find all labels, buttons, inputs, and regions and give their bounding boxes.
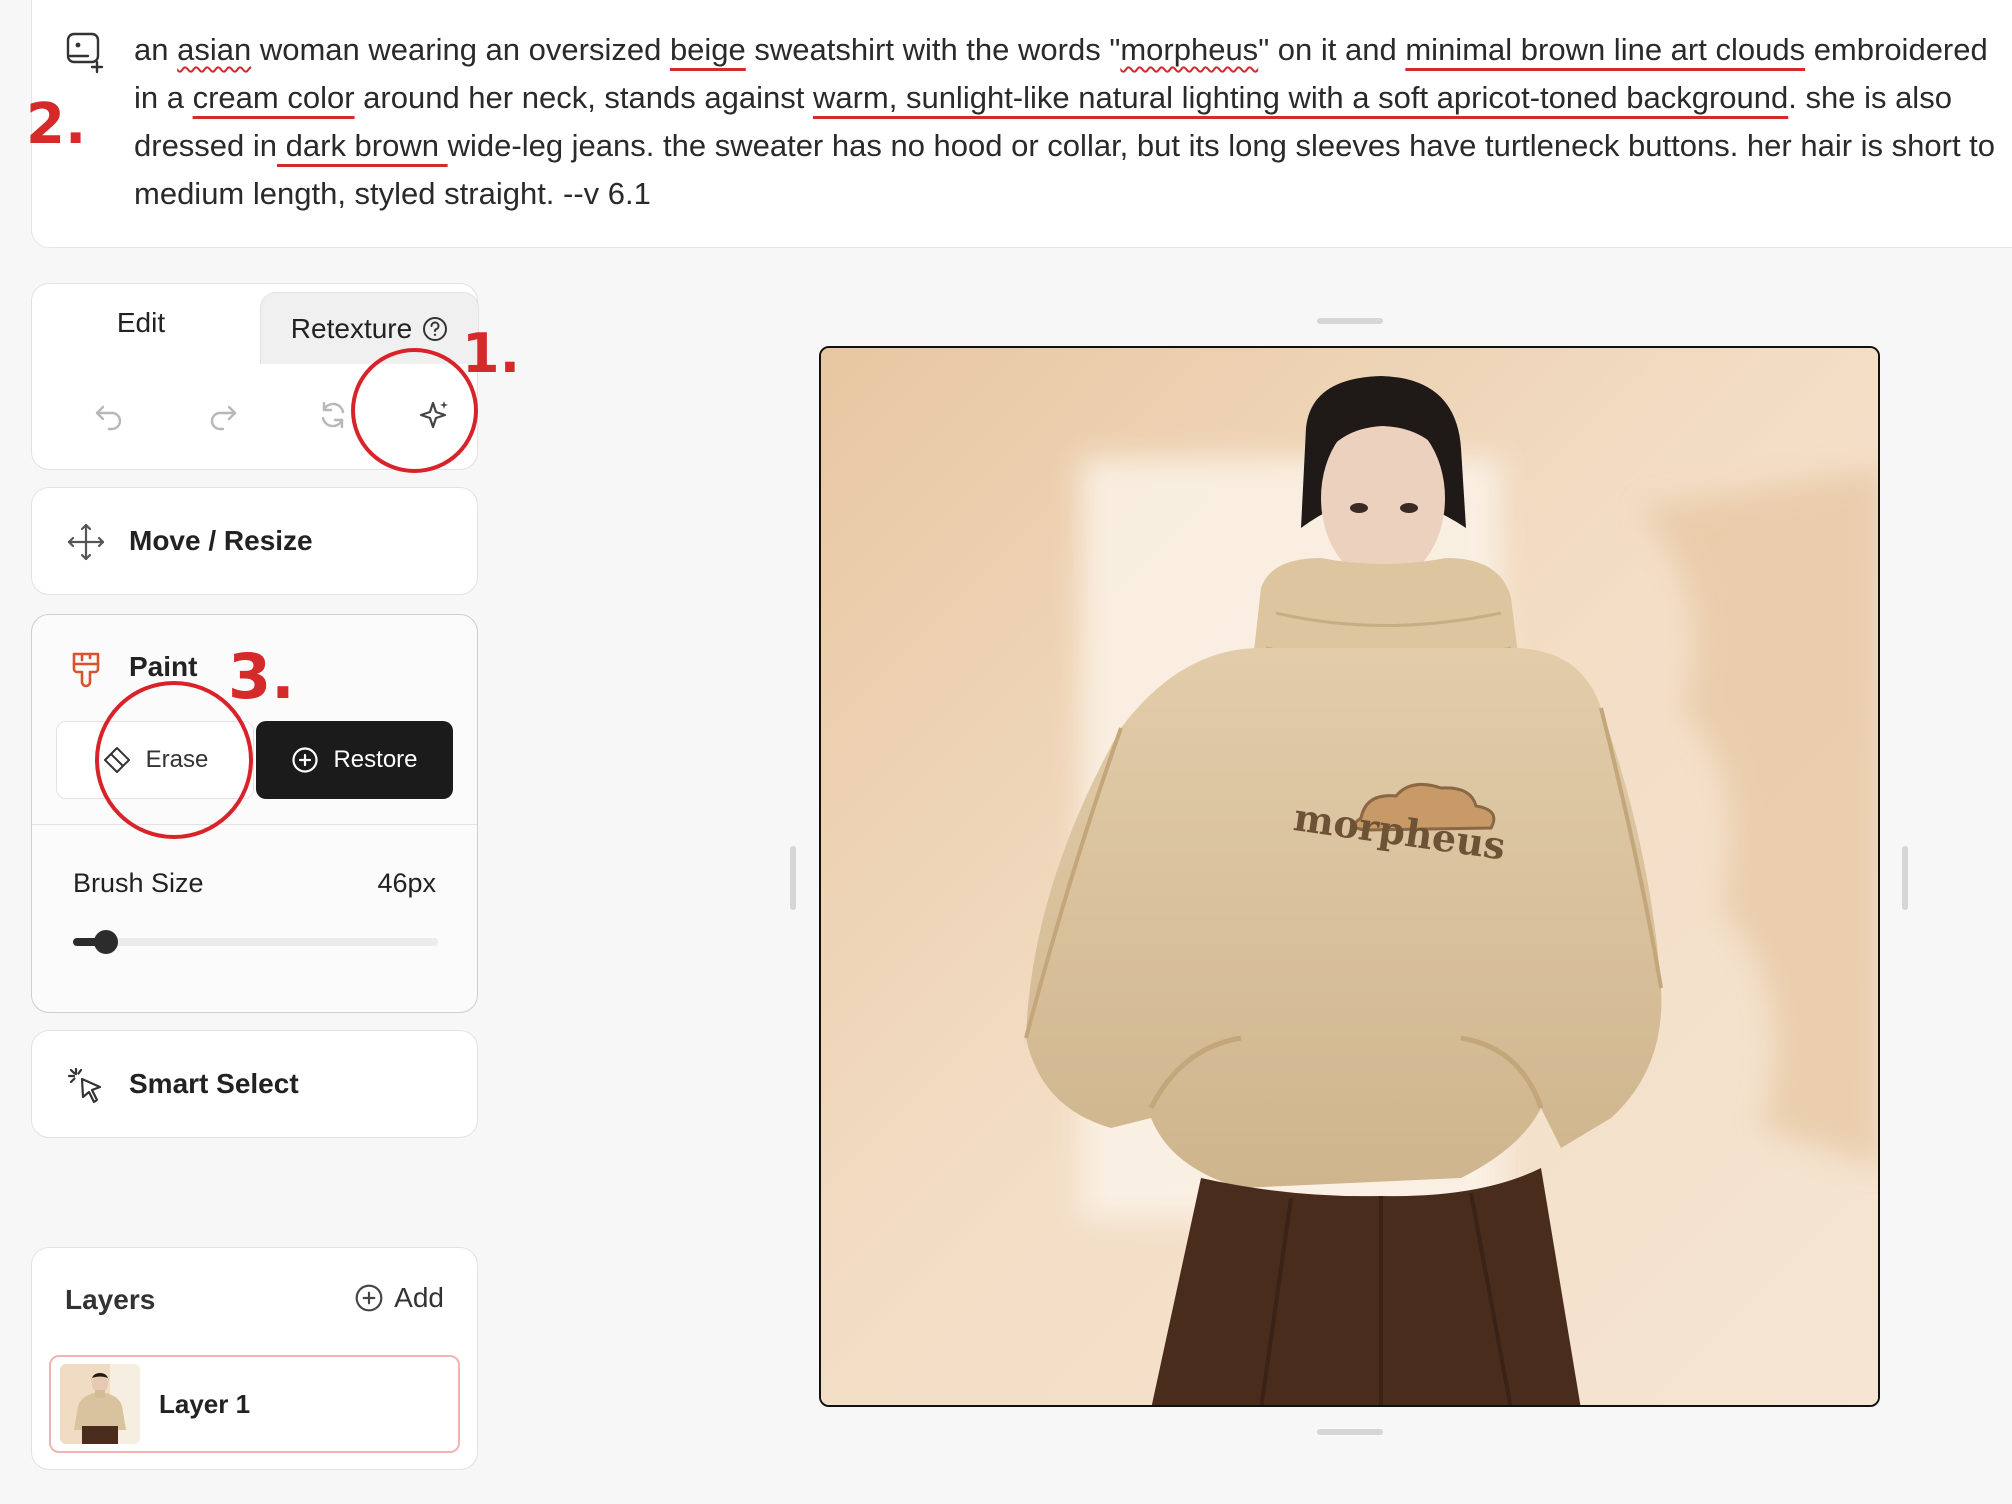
smart-select-label: Smart Select	[129, 1068, 299, 1099]
redo-icon	[210, 405, 237, 431]
pointer-sparkle-icon	[67, 1067, 102, 1104]
image-edit-icon[interactable]	[64, 30, 108, 74]
image-canvas[interactable]: morpheus	[819, 346, 1880, 1407]
prompt-segment: around her neck, stands against	[354, 80, 813, 115]
canvas-left-resize-handle[interactable]	[790, 846, 796, 910]
canvas-right-resize-handle[interactable]	[1902, 846, 1908, 910]
move-arrows-icon	[67, 523, 105, 561]
prompt-text[interactable]: an asian woman wearing an oversized beig…	[134, 26, 2012, 218]
plus-circle-icon	[355, 1284, 383, 1312]
prompt-segment: cream color	[192, 80, 355, 115]
annotation-circle-sparkle	[351, 348, 478, 473]
layer-name: Layer 1	[159, 1389, 251, 1419]
prompt-segment: an	[134, 32, 178, 67]
paint-divider	[32, 824, 477, 825]
restore-button[interactable]: Restore	[256, 721, 453, 799]
tab-edit-label: Edit	[116, 307, 166, 338]
canvas-top-resize-handle[interactable]	[1317, 318, 1383, 324]
tab-edit[interactable]: Edit	[32, 284, 250, 362]
prompt-segment: sweatshirt with the words "	[745, 32, 1121, 67]
reset-button[interactable]	[314, 396, 352, 434]
add-layer-label: Add	[394, 1282, 444, 1313]
plus-circle-icon	[292, 747, 319, 773]
prompt-segment: woman wearing an oversized	[251, 32, 670, 67]
prompt-segment: warm, sunlight-like natural lighting wit…	[812, 80, 1789, 115]
tab-retexture[interactable]: Retexture	[260, 292, 479, 364]
layer-thumbnail	[60, 1364, 140, 1444]
prompt-bar[interactable]: an asian woman wearing an oversized beig…	[31, 0, 2012, 248]
move-resize-button[interactable]: Move / Resize	[31, 487, 478, 595]
prompt-segment: asian	[177, 32, 252, 67]
reset-icon	[321, 401, 345, 429]
prompt-segment: " on it and	[1258, 32, 1406, 67]
layer-item[interactable]: Layer 1	[49, 1355, 460, 1453]
prompt-segment: beige	[669, 32, 746, 67]
prompt-segment: morpheus	[1120, 32, 1259, 67]
prompt-segment: minimal brown line art clouds	[1405, 32, 1806, 67]
paintbrush-icon	[72, 652, 100, 688]
tab-retexture-label: Retexture	[290, 312, 413, 344]
smart-select-button[interactable]: Smart Select	[31, 1030, 478, 1138]
undo-icon	[95, 405, 122, 431]
canvas-image: morpheus	[821, 348, 1878, 1405]
brush-size-slider[interactable]	[73, 930, 438, 954]
add-layer-button[interactable]: Add	[354, 1282, 444, 1314]
annotation-number-1: 1.	[462, 322, 521, 385]
canvas-bottom-resize-handle[interactable]	[1317, 1429, 1383, 1435]
layers-panel: Layers Add Layer 1	[31, 1247, 478, 1470]
annotation-number-2: 2.	[26, 92, 87, 157]
layers-title: Layers	[65, 1284, 156, 1315]
redo-button[interactable]	[204, 396, 242, 434]
brush-size-value: 46px	[377, 868, 436, 898]
brush-size-slider-thumb[interactable]	[94, 930, 118, 954]
annotation-number-3: 3.	[228, 640, 295, 713]
paint-label: Paint	[129, 651, 198, 682]
brush-size-label: Brush Size	[73, 868, 204, 898]
prompt-segment: dark brown	[277, 128, 448, 163]
help-icon[interactable]	[422, 316, 448, 342]
undo-button[interactable]	[90, 396, 128, 434]
restore-label: Restore	[333, 746, 418, 773]
move-resize-label: Move / Resize	[129, 525, 313, 556]
